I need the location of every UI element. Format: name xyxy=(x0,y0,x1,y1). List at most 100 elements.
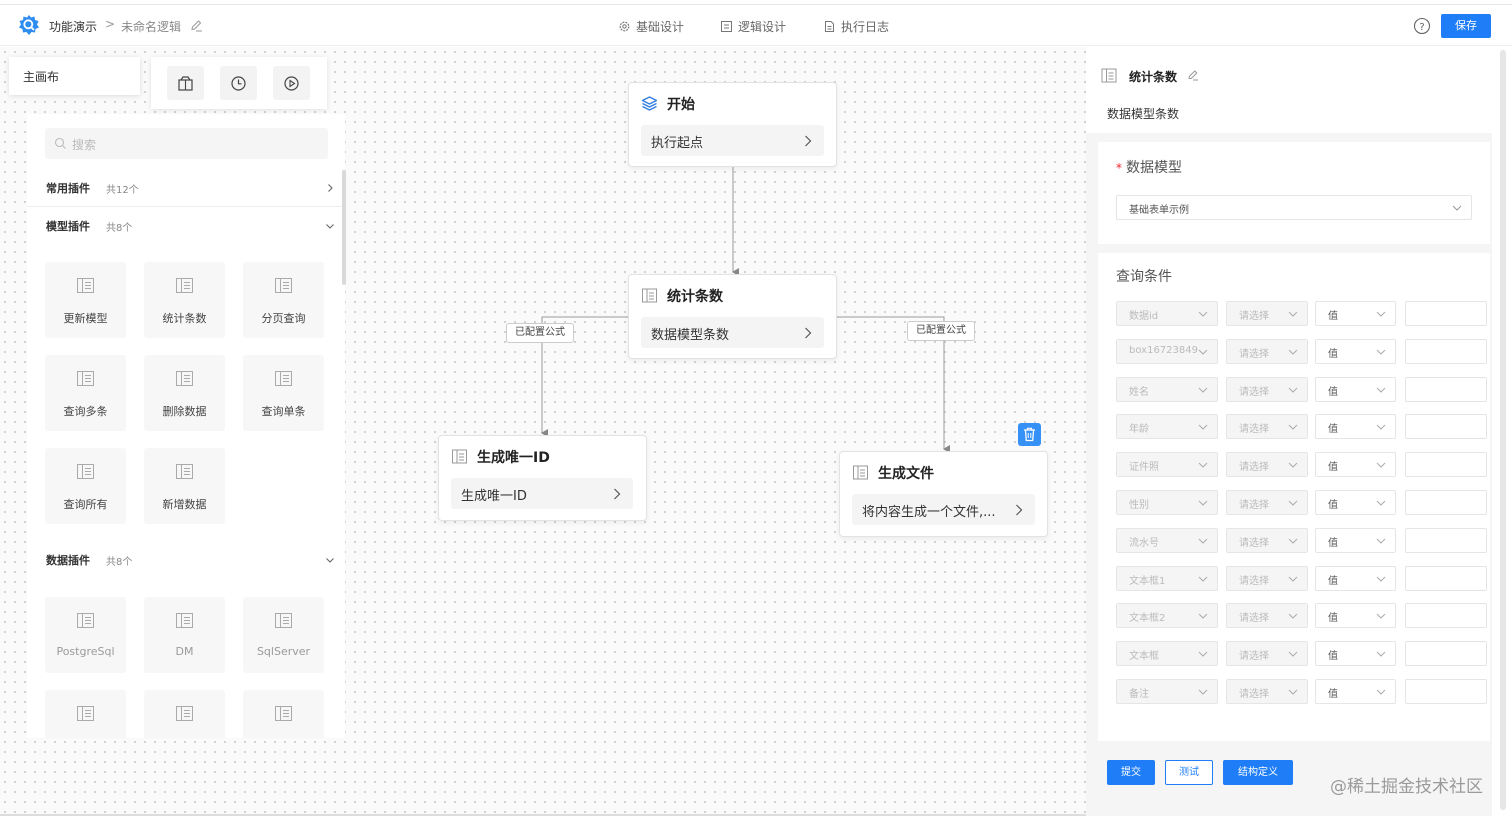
query-value-input[interactable] xyxy=(1405,338,1487,364)
query-value-input[interactable] xyxy=(1405,414,1487,440)
edge-label-formula[interactable]: 已配置公式 xyxy=(506,323,574,343)
tab-logic-design[interactable]: 逻辑设计 xyxy=(720,18,786,35)
query-value-type-select[interactable]: 值 xyxy=(1315,490,1396,515)
plugin-tile[interactable]: 查询单条 xyxy=(243,355,324,431)
query-value-input[interactable] xyxy=(1405,641,1487,667)
structure-button[interactable]: 结构定义 xyxy=(1223,760,1293,785)
plugin-panel-scrollbar[interactable] xyxy=(342,170,346,285)
model-card: * 数据模型 基础表单示例 xyxy=(1098,142,1490,244)
table-icon xyxy=(642,288,657,303)
query-operator-select: 请选择 xyxy=(1226,527,1308,553)
edit-icon[interactable] xyxy=(1187,69,1199,81)
query-value-type-select[interactable]: 值 xyxy=(1315,376,1396,402)
query-value-input[interactable] xyxy=(1405,301,1487,326)
package-button[interactable] xyxy=(167,66,204,100)
plugin-tile[interactable]: 查询所有 xyxy=(45,448,126,524)
query-value-type-select[interactable]: 值 xyxy=(1315,527,1396,553)
submit-button[interactable]: 提交 xyxy=(1107,760,1155,785)
plugin-tile[interactable] xyxy=(45,690,126,738)
edit-name-icon[interactable] xyxy=(190,19,203,32)
section-data-plugins[interactable]: 数据插件 共8个 xyxy=(27,545,345,575)
canvas-tab-main[interactable]: 主画布 xyxy=(9,57,140,95)
history-button[interactable] xyxy=(220,66,257,100)
plugin-search-input[interactable]: 搜索 xyxy=(45,128,328,159)
query-value-type-select[interactable]: 值 xyxy=(1315,679,1396,704)
query-operator-select: 请选择 xyxy=(1226,679,1308,704)
query-value-type-select[interactable]: 值 xyxy=(1315,301,1396,326)
section-title: 常用插件 xyxy=(46,182,90,195)
delete-node-button[interactable] xyxy=(1018,423,1041,446)
plugin-tile[interactable] xyxy=(144,690,225,738)
tab-execution-log[interactable]: 执行日志 xyxy=(823,18,889,35)
plugin-tile[interactable]: 查询多条 xyxy=(45,355,126,431)
select-value: 请选择 xyxy=(1239,651,1269,663)
clock-icon xyxy=(231,75,246,91)
plugin-tile[interactable]: 删除数据 xyxy=(144,355,225,431)
query-value-type-select[interactable]: 值 xyxy=(1315,452,1396,478)
select-value: 值 xyxy=(1328,689,1338,700)
plugin-tile[interactable]: 新增数据 xyxy=(144,448,225,524)
query-value-input[interactable] xyxy=(1405,565,1487,591)
query-field-select: 年龄 xyxy=(1116,414,1218,440)
select-value: 值 xyxy=(1328,575,1338,587)
query-value-input[interactable] xyxy=(1405,490,1487,515)
section-model-plugins[interactable]: 模型插件 共8个 xyxy=(27,211,345,241)
query-value-type-select[interactable]: 值 xyxy=(1315,338,1396,364)
query-value-input[interactable] xyxy=(1405,452,1487,478)
edge-label-formula[interactable]: 已配置公式 xyxy=(907,321,975,341)
plugin-panel: 搜索 常用插件 共12个 模型插件 共8个 更新模型 统计条数 分页查询查询多条 删除… xyxy=(27,114,345,738)
breadcrumb-app[interactable]: 功能演示 xyxy=(49,18,97,35)
node-body[interactable]: 将内容生成一个文件,... xyxy=(852,494,1035,525)
query-operator-select: 请选择 xyxy=(1226,490,1308,515)
plugin-tile[interactable] xyxy=(243,690,324,738)
query-operator-select: 请选择 xyxy=(1226,414,1308,440)
save-button[interactable]: 保存 xyxy=(1441,14,1491,38)
query-value-input[interactable] xyxy=(1405,679,1487,704)
node-body[interactable]: 执行起点 xyxy=(641,125,824,156)
gear-icon xyxy=(619,21,630,32)
plugin-tile[interactable]: PostgreSql xyxy=(45,597,126,673)
node-count[interactable]: 统计条数 数据模型条数 xyxy=(628,274,837,359)
help-icon[interactable]: ? xyxy=(1413,17,1431,35)
model-select-value: 基础表单示例 xyxy=(1129,205,1189,216)
table-icon xyxy=(176,278,193,293)
svg-text:?: ? xyxy=(1419,22,1424,33)
test-button[interactable]: 测试 xyxy=(1165,760,1213,785)
app-logo-icon[interactable] xyxy=(18,14,40,36)
run-button[interactable] xyxy=(273,66,310,100)
plugin-tile[interactable]: 统计条数 xyxy=(144,262,225,338)
query-value-input[interactable] xyxy=(1405,376,1487,402)
tab-execution-log-label: 执行日志 xyxy=(841,20,890,34)
plugin-tile[interactable]: 分页查询 xyxy=(243,262,324,338)
model-select[interactable]: 基础表单示例 xyxy=(1116,195,1472,220)
query-value-type-select[interactable]: 值 xyxy=(1315,414,1396,440)
tab-basic-design[interactable]: 基础设计 xyxy=(618,18,684,35)
query-value-input[interactable] xyxy=(1405,603,1487,629)
page-scrollbar[interactable] xyxy=(1500,50,1506,810)
node-generate-file[interactable]: 生成文件 将内容生成一个文件,... xyxy=(839,451,1048,537)
section-count: 共8个 xyxy=(106,557,133,568)
query-field-select: box16723849 xyxy=(1116,338,1218,364)
query-field-select: 备注 xyxy=(1116,679,1218,704)
table-icon xyxy=(176,371,193,386)
node-body[interactable]: 生成唯一ID xyxy=(451,478,633,509)
chevron-down-icon xyxy=(1288,614,1298,620)
chevron-down-icon xyxy=(1288,651,1298,657)
query-value-type-select[interactable]: 值 xyxy=(1315,565,1396,591)
top-header: 功能演示 > 未命名逻辑 基础设计 逻辑设计 执行日志 ? 保存 xyxy=(0,4,1512,46)
select-value: 文本框2 xyxy=(1129,613,1166,625)
query-value-input[interactable] xyxy=(1405,527,1487,553)
query-value-type-select[interactable]: 值 xyxy=(1315,641,1396,667)
plugin-tile-label: PostgreSql xyxy=(56,645,115,658)
query-value-type-select[interactable]: 值 xyxy=(1315,603,1396,629)
tab-basic-design-label: 基础设计 xyxy=(636,20,685,34)
select-value: 文本框 xyxy=(1129,651,1159,663)
section-common-plugins[interactable]: 常用插件 共12个 xyxy=(27,173,345,203)
plugin-tile[interactable]: 更新模型 xyxy=(45,262,126,338)
node-start[interactable]: 开始 执行起点 xyxy=(628,82,837,167)
query-field-select: 文本框2 xyxy=(1116,603,1218,629)
plugin-tile[interactable]: SqlServer xyxy=(243,597,324,673)
plugin-tile[interactable]: DM xyxy=(144,597,225,673)
node-body[interactable]: 数据模型条数 xyxy=(641,317,824,348)
node-generate-uid[interactable]: 生成唯一ID 生成唯一ID xyxy=(438,435,647,521)
